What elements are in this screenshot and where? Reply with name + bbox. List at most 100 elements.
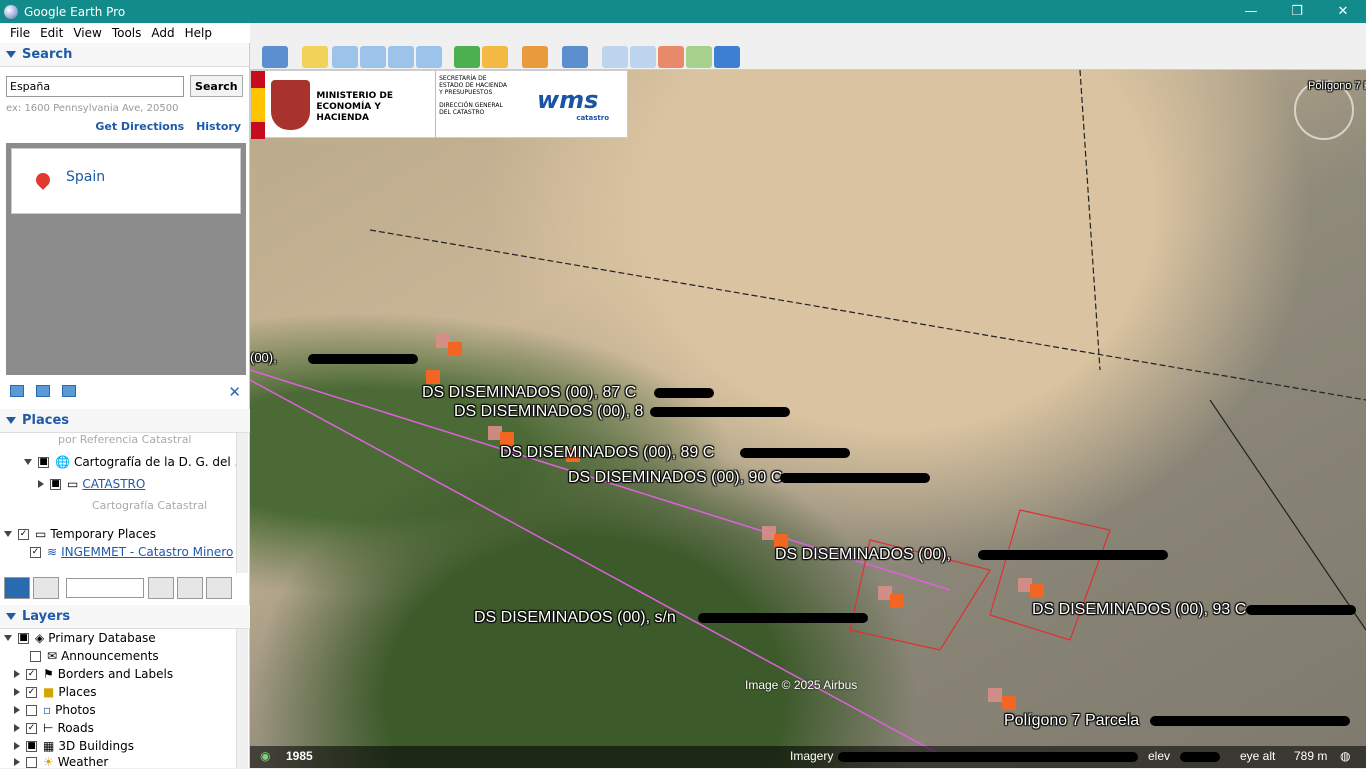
view-in-maps-button[interactable] (686, 46, 712, 68)
menu-view[interactable]: View (73, 26, 101, 40)
checkbox[interactable]: ✓ (26, 668, 37, 680)
expand-icon[interactable] (14, 670, 20, 678)
planets-button[interactable] (522, 46, 548, 68)
checkbox[interactable]: ✓ (30, 546, 41, 558)
result-name[interactable]: Spain (66, 169, 105, 185)
eye-alt-label: eye alt (1240, 749, 1276, 763)
places-scrollbar[interactable] (236, 433, 248, 573)
parcel-marker[interactable] (1030, 584, 1044, 598)
clear-search-icon[interactable]: ✕ (228, 383, 241, 401)
layer-item[interactable]: ▫ Photos (14, 703, 96, 717)
expand-icon[interactable] (4, 635, 12, 641)
weather-icon: ☀ (43, 755, 54, 769)
parcel-marker[interactable] (1002, 696, 1016, 710)
print-icon[interactable] (62, 385, 76, 397)
imagery-date-label: Imagery (790, 749, 834, 763)
tree-item[interactable]: ✓ ▭ Temporary Places (4, 527, 156, 541)
checkbox[interactable] (26, 756, 37, 768)
parcel-label: Polígono 7 P (1308, 80, 1366, 92)
expand-icon[interactable] (24, 459, 32, 465)
copy-icon[interactable] (36, 385, 50, 397)
add-folder-icon[interactable] (10, 385, 24, 397)
folder-menu-button[interactable] (206, 577, 232, 599)
sidebar-toggle-button[interactable] (262, 46, 288, 68)
parcel-marker[interactable] (890, 594, 904, 608)
checkbox[interactable]: ✓ (18, 528, 29, 540)
checkbox[interactable]: ✓ (26, 686, 37, 698)
search-button[interactable]: Search (189, 75, 243, 97)
historical-imagery-button[interactable] (454, 46, 480, 68)
add-path-button[interactable] (360, 46, 386, 68)
search-panel-header[interactable]: Search (0, 43, 249, 67)
menu-help[interactable]: Help (185, 26, 212, 40)
checkbox[interactable] (26, 704, 37, 716)
expand-icon[interactable] (14, 758, 20, 766)
layers-scrollbar[interactable] (236, 629, 248, 768)
layer-item[interactable]: ✓ ⚑ Borders and Labels (14, 667, 173, 681)
imagery-year: 1985 (286, 749, 313, 763)
maximize-button[interactable]: ❐ (1274, 0, 1320, 23)
checkbox[interactable] (30, 650, 41, 662)
layer-item[interactable]: ■ ◈ Primary Database (4, 631, 156, 645)
layer-item[interactable]: ✓ ■ Places (14, 685, 97, 699)
places-filter-input[interactable] (66, 578, 144, 598)
layers-panel-header[interactable]: Layers (0, 605, 250, 629)
expand-icon[interactable] (14, 706, 20, 714)
map-view[interactable]: MINISTERIO DE ECONOMÍA Y HACIENDA SECRET… (250, 70, 1366, 768)
checkbox[interactable]: ■ (26, 740, 37, 752)
places-panel-header[interactable]: Places (0, 409, 250, 433)
get-directions-link[interactable]: Get Directions (95, 120, 184, 133)
add-polygon-button[interactable] (332, 46, 358, 68)
checkbox[interactable]: ■ (18, 632, 29, 644)
menu-file[interactable]: File (10, 26, 30, 40)
minimize-button[interactable]: — (1228, 0, 1274, 23)
layer-item[interactable]: ☀ Weather (14, 755, 108, 769)
history-link[interactable]: History (196, 120, 241, 133)
sidebar: Search Search ex: 1600 Pennsylvania Ave,… (0, 43, 250, 769)
sunlight-button[interactable] (482, 46, 508, 68)
move-up-button[interactable] (148, 577, 174, 599)
redaction (740, 448, 850, 458)
close-button[interactable]: ✕ (1320, 0, 1366, 23)
places-icon: ■ (43, 685, 55, 699)
layer-item[interactable]: ■ ▦ 3D Buildings (14, 739, 134, 753)
historical-imagery-icon[interactable]: ◉ (260, 749, 270, 763)
result-item[interactable]: Spain (11, 148, 241, 214)
checkbox[interactable]: ■ (38, 456, 49, 468)
checkbox[interactable]: ✓ (26, 722, 37, 734)
earth-view-button[interactable] (714, 46, 740, 68)
parcel-marker[interactable] (426, 370, 440, 384)
tree-item[interactable]: ■ ▭ CATASTRO (38, 477, 145, 491)
expand-icon[interactable] (14, 724, 20, 732)
tree-item[interactable]: ✓ ≋ INGEMMET - Catastro Minero (30, 545, 233, 559)
menu-add[interactable]: Add (151, 26, 174, 40)
menu-tools[interactable]: Tools (112, 26, 142, 40)
print-button[interactable] (630, 46, 656, 68)
search-input[interactable] (6, 75, 184, 97)
layer-item[interactable]: ✉ Announcements (30, 649, 159, 663)
tree-item[interactable]: ■ 🌐 Cartografía de la D. G. del ... (24, 455, 246, 469)
expand-icon[interactable] (14, 688, 20, 696)
network-link-icon: 🌐 (55, 455, 70, 469)
panel-toggle-button[interactable] (33, 577, 59, 599)
add-placemark-button[interactable] (302, 46, 328, 68)
email-button[interactable] (602, 46, 628, 68)
parcel-label: (00), (250, 350, 277, 365)
record-tour-button[interactable] (416, 46, 442, 68)
parcel-marker[interactable] (448, 342, 462, 356)
move-down-button[interactable] (177, 577, 203, 599)
expand-icon[interactable] (38, 480, 44, 488)
collapse-icon (6, 51, 16, 58)
search-places-button[interactable] (4, 577, 30, 599)
menu-edit[interactable]: Edit (40, 26, 63, 40)
ruler-button[interactable] (562, 46, 588, 68)
checkbox[interactable]: ■ (50, 478, 61, 490)
expand-icon[interactable] (14, 742, 20, 750)
parcel-marker[interactable] (988, 688, 1002, 702)
layer-item[interactable]: ✓ ⊢ Roads (14, 721, 94, 735)
image-overlay-button[interactable] (388, 46, 414, 68)
parcel-label: DS DISEMINADOS (00), 87 C (422, 384, 637, 401)
redaction (308, 354, 418, 364)
save-image-button[interactable] (658, 46, 684, 68)
expand-icon[interactable] (4, 531, 12, 537)
